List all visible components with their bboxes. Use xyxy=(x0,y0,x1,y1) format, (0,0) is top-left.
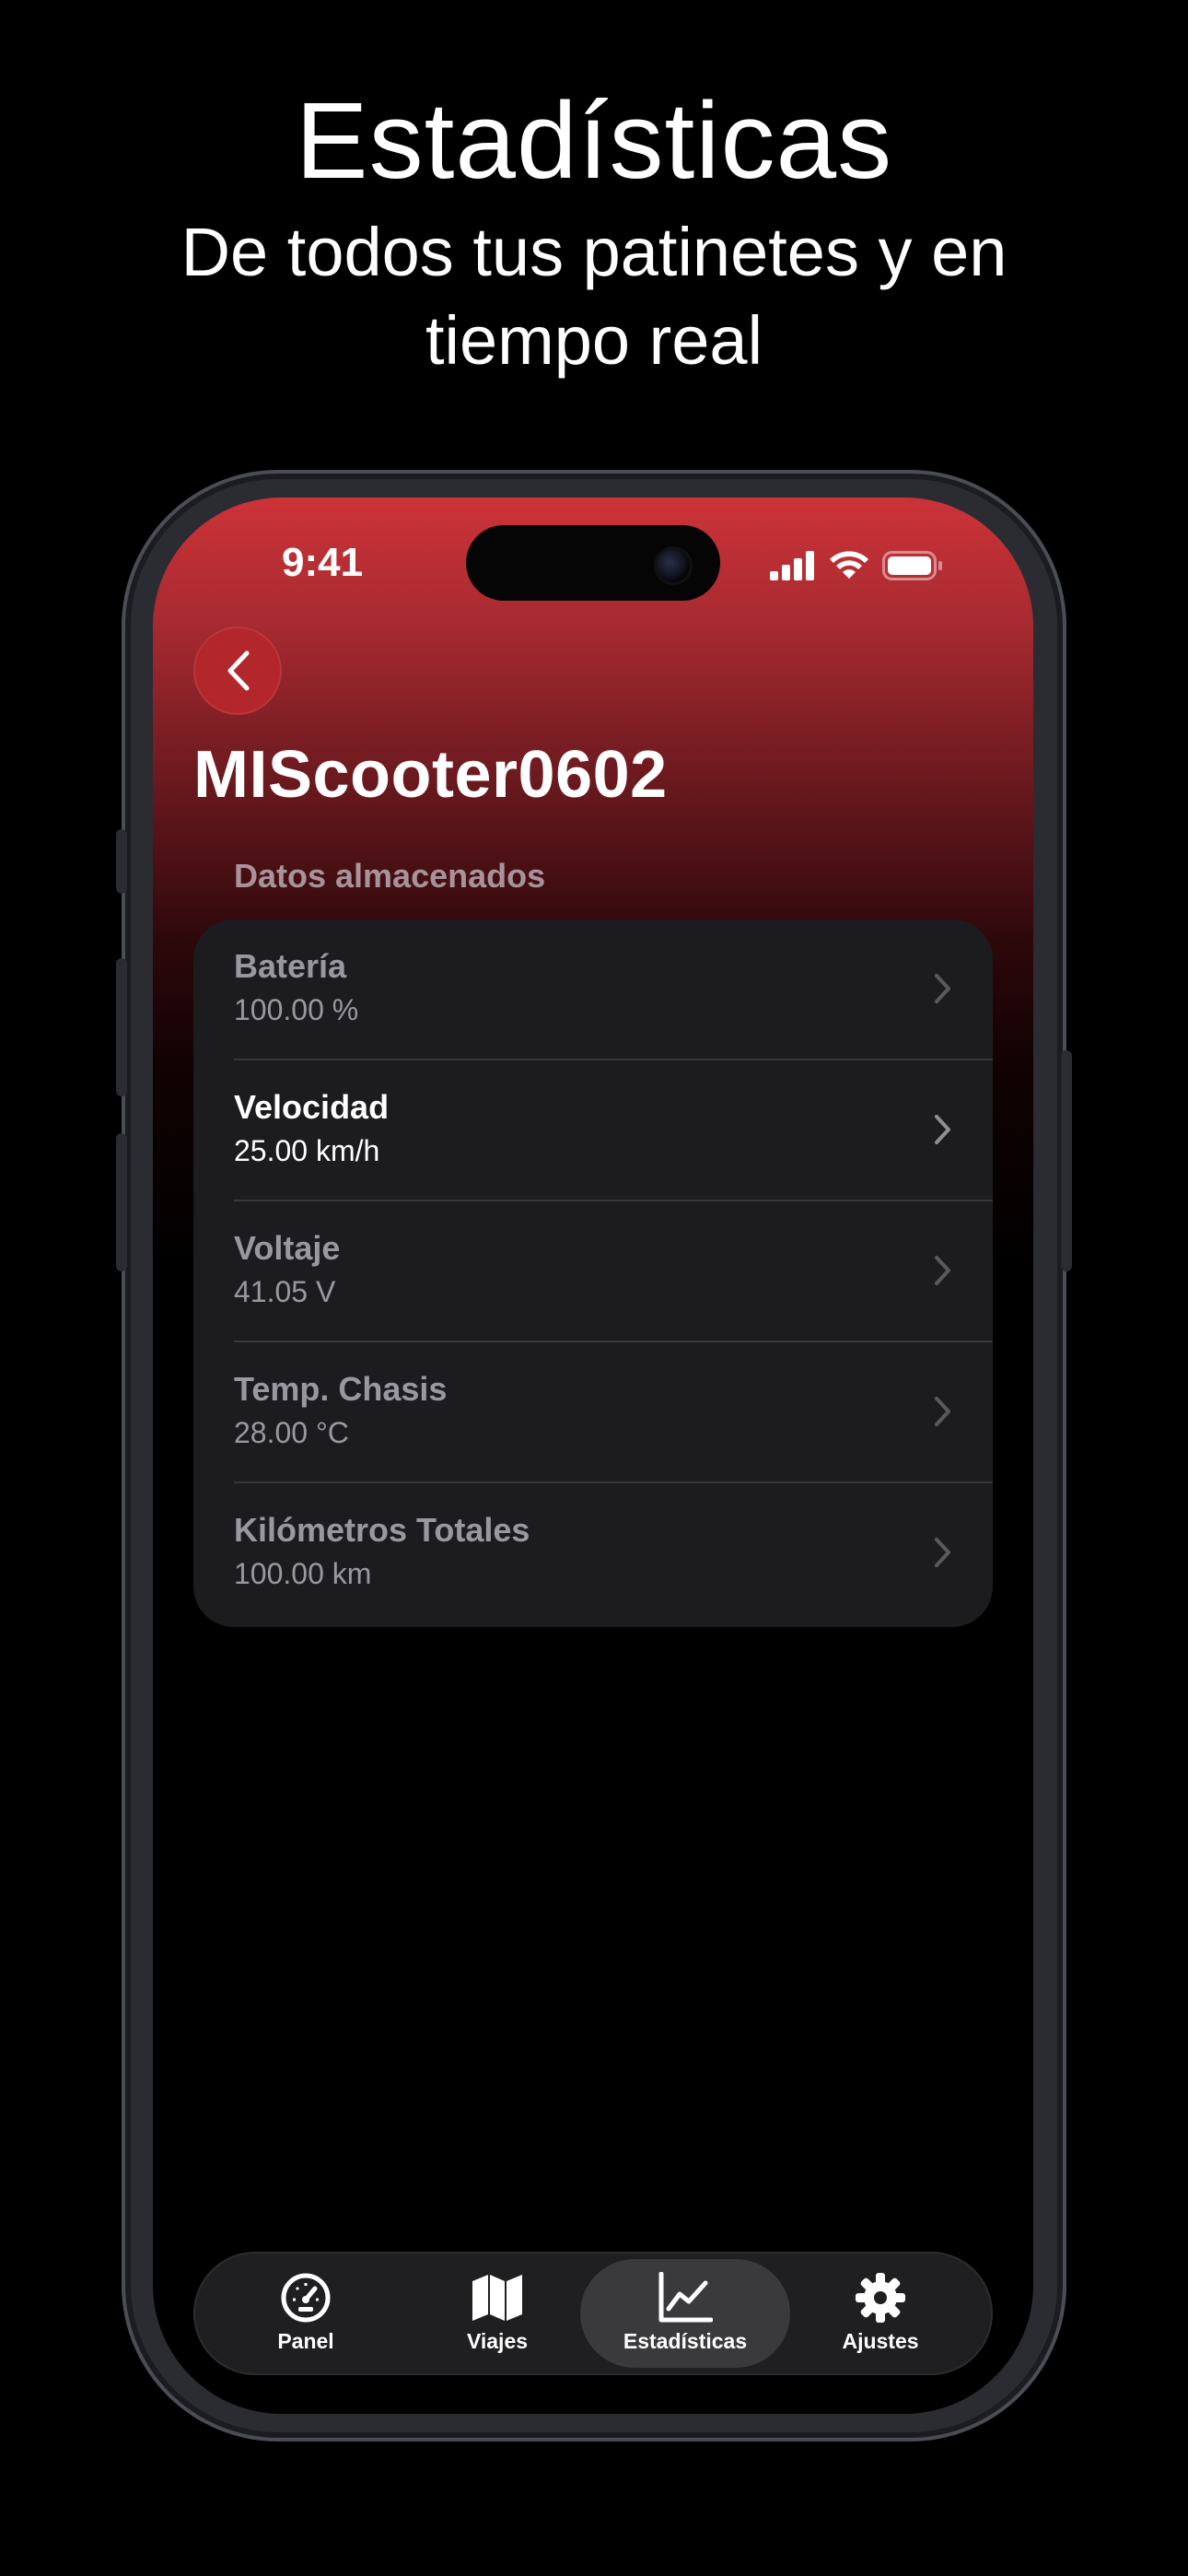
phone-volume-up-button xyxy=(116,958,127,1096)
stat-value: 100.00 km xyxy=(234,1557,372,1590)
tab-panel[interactable]: Panel xyxy=(201,2259,411,2368)
front-camera-icon xyxy=(654,546,693,585)
stat-label: Voltaje xyxy=(234,1229,341,1267)
status-icons xyxy=(770,551,954,582)
promo-headline: Estadísticas xyxy=(295,80,893,202)
stat-value: 100.00 % xyxy=(234,993,359,1026)
chevron-right-icon xyxy=(935,1256,950,1285)
chart-line-icon xyxy=(658,2272,713,2323)
phone-volume-down-button xyxy=(116,1133,127,1271)
wifi-icon xyxy=(830,551,868,579)
tab-ajustes[interactable]: Ajustes xyxy=(775,2259,985,2368)
gear-icon xyxy=(856,2273,905,2323)
chevron-right-icon xyxy=(935,1397,950,1426)
battery-icon xyxy=(882,551,942,580)
stat-value: 25.00 km/h xyxy=(234,1134,380,1167)
chevron-right-icon xyxy=(935,974,950,1003)
tab-estadisticas[interactable]: Estadísticas xyxy=(580,2259,790,2368)
stats-list-card: Batería 100.00 % Velocidad 25.00 km/h Vo… xyxy=(193,919,993,1627)
stat-label: Kilómetros Totales xyxy=(234,1511,530,1549)
stat-row-total-km[interactable]: Kilómetros Totales 100.00 km xyxy=(193,1483,993,1624)
tab-viajes[interactable]: Viajes xyxy=(392,2259,602,2368)
stat-label: Batería xyxy=(234,947,347,985)
phone-screen: 9:41 MIScooter0602 Datos almacenados Bat… xyxy=(153,498,1033,2414)
phone-action-button xyxy=(116,829,127,894)
stat-label: Velocidad xyxy=(234,1088,390,1126)
tab-bar: Panel Viajes Estadísticas Ajustes xyxy=(193,2252,993,2375)
chevron-right-icon xyxy=(935,1115,950,1144)
stat-row-chassis-temp[interactable]: Temp. Chasis 28.00 °C xyxy=(193,1342,993,1483)
stat-row-battery[interactable]: Batería 100.00 % xyxy=(193,919,993,1060)
map-icon xyxy=(472,2275,522,2321)
app-store-promo-page: Estadísticas De todos tus patinetes y en… xyxy=(0,0,1188,2576)
status-bar: 9:41 xyxy=(153,498,1033,636)
stat-row-speed[interactable]: Velocidad 25.00 km/h xyxy=(193,1060,993,1201)
tab-label: Ajustes xyxy=(842,2329,919,2353)
tab-label: Estadísticas xyxy=(623,2329,748,2353)
stat-row-voltage[interactable]: Voltaje 41.05 V xyxy=(193,1201,993,1342)
stat-label: Temp. Chasis xyxy=(234,1370,448,1408)
tab-label: Panel xyxy=(277,2329,334,2353)
section-header-stored-data: Datos almacenados xyxy=(234,857,546,895)
promo-subline: De todos tus patinetes y en tiempo real xyxy=(181,214,1007,379)
chevron-right-icon xyxy=(935,1538,950,1567)
status-time: 9:41 xyxy=(282,540,364,585)
device-name-title: MIScooter0602 xyxy=(193,738,668,812)
chevron-left-icon xyxy=(227,650,250,691)
tab-label: Viajes xyxy=(466,2329,529,2353)
back-button[interactable] xyxy=(193,626,282,715)
stat-value: 41.05 V xyxy=(234,1275,336,1308)
dynamic-island xyxy=(466,525,720,601)
speedometer-icon xyxy=(281,2273,331,2323)
stat-value: 28.00 °C xyxy=(234,1416,349,1449)
cellular-signal-icon xyxy=(770,551,814,580)
phone-power-button xyxy=(1061,1050,1072,1271)
